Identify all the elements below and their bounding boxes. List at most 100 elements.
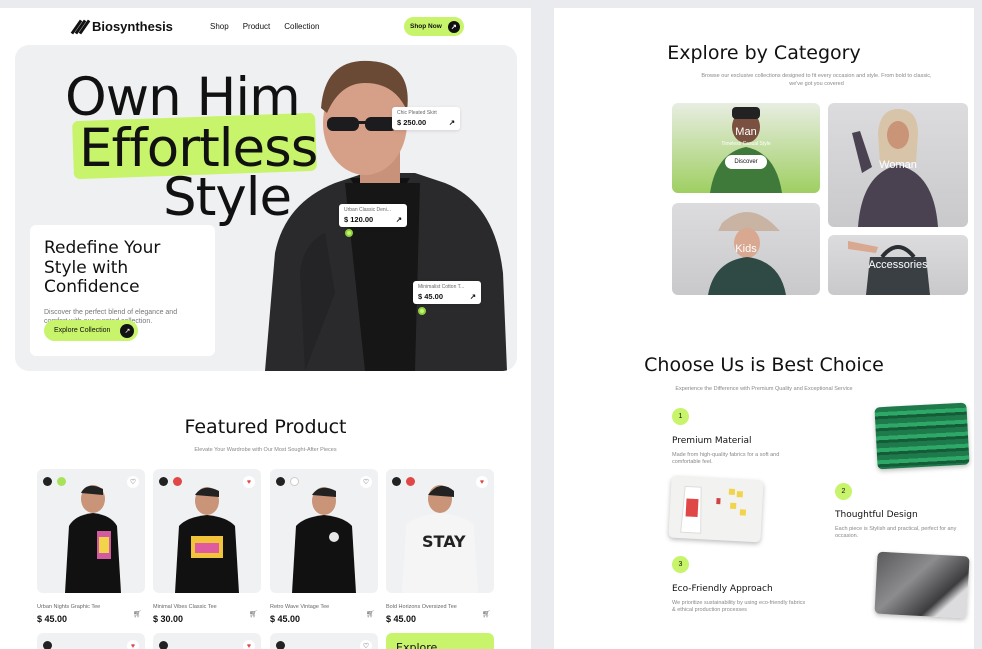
product-card[interactable]: ♡ (37, 469, 145, 593)
product-name[interactable]: Minimal Vibes Classic Tee (153, 604, 217, 610)
feature-title: Eco-Friendly Approach (672, 584, 773, 594)
product-card[interactable]: ♥ STAY (386, 469, 494, 593)
feature-number: 3 (672, 556, 689, 573)
feature-title: Thoughtful Design (835, 510, 918, 520)
nav-links: Shop Product Collection (210, 22, 319, 31)
explore-collection-button[interactable]: Explore Collection ↗ (44, 320, 139, 341)
logo-mark-icon (70, 19, 91, 34)
category-card-woman[interactable]: Woman (828, 103, 968, 227)
nav-link-collection[interactable]: Collection (284, 22, 319, 31)
category-label: Accessories (868, 259, 928, 271)
heart-icon[interactable]: ♡ (360, 476, 372, 488)
cart-icon[interactable]: 🛒︎ (366, 610, 375, 618)
cart-icon[interactable]: 🛒︎ (133, 610, 142, 618)
feature-number: 1 (672, 408, 689, 425)
product-name[interactable]: Urban Nights Graphic Tee (37, 604, 100, 610)
brand-name: Biosynthesis (92, 19, 173, 34)
color-swatch[interactable] (159, 641, 168, 649)
product-price: $ 45.00 (270, 614, 301, 624)
product-name[interactable]: Retro Wave Vintage Tee (270, 604, 329, 610)
category-card-kids[interactable]: Kids (672, 203, 820, 295)
hotspot-pin[interactable] (418, 307, 426, 315)
tag-name: Minimalist Cotton T... (418, 284, 465, 290)
product-price: $ 45.00 (386, 614, 417, 624)
product-tag-denim[interactable]: Urban Classic Deni... $ 120.00 ↗ (339, 204, 407, 227)
product-tag-tee[interactable]: Minimalist Cotton T... $ 45.00 ↗ (413, 281, 481, 304)
heart-filled-icon[interactable]: ♥ (243, 640, 255, 649)
tag-name: Chic Pleated Skirt (397, 110, 437, 116)
category-label: Woman (879, 159, 917, 171)
hotspot-pin[interactable] (345, 229, 353, 237)
discover-button[interactable]: Discover (725, 155, 767, 169)
design-photo (668, 475, 764, 543)
product-card[interactable]: ♥ (153, 469, 261, 593)
tag-price: $ 120.00 (344, 215, 374, 224)
feature-text: We prioritize sustainability by using ec… (672, 600, 806, 614)
color-swatch[interactable] (276, 641, 285, 649)
feature-text: Each piece is Stylish and practical, per… (835, 526, 957, 540)
category-title: Explore by Category (667, 42, 861, 64)
category-card-accessories[interactable]: Accessories (828, 235, 968, 295)
choose-subtitle: Experience the Difference with Premium Q… (675, 386, 853, 392)
heart-icon[interactable]: ♡ (127, 476, 139, 488)
product-image (65, 485, 121, 593)
heart-icon[interactable]: ♡ (360, 640, 372, 649)
product-image (292, 487, 356, 593)
hero-info-card: Redefine Your Style with Confidence Disc… (30, 225, 215, 356)
landing-page-right: Explore by Category Browse our exclusive… (554, 8, 974, 649)
brand-logo[interactable]: Biosynthesis (70, 19, 173, 34)
category-label: Man (735, 126, 757, 138)
arrow-up-right-icon: ↗ (469, 292, 476, 301)
product-card[interactable]: ♡ (270, 633, 378, 649)
design-image (680, 485, 747, 534)
color-swatch[interactable] (159, 477, 168, 486)
product-card[interactable]: ♡ (270, 469, 378, 593)
category-card-man[interactable]: Man Timeless Casual Style Discover (672, 103, 820, 193)
heart-filled-icon[interactable]: ♥ (243, 476, 255, 488)
landing-page-left: Biosynthesis Shop Product Collection Sho… (0, 8, 531, 649)
cart-icon[interactable]: 🛒︎ (482, 610, 491, 618)
feature-title: Premium Material (672, 436, 752, 446)
hero-card-title: Redefine Your Style with Confidence (44, 238, 161, 298)
arrow-up-right-icon: ↗ (395, 215, 402, 224)
product-tag-skirt[interactable]: Chic Pleated Skirt $ 250.00 ↗ (392, 107, 460, 130)
category-subtitle: Browse our exclusive collections designe… (701, 73, 932, 87)
shop-now-label: Shop Now (410, 23, 442, 30)
tag-name: Urban Classic Deni... (344, 207, 391, 213)
category-tagline: Timeless Casual Style (721, 141, 771, 147)
nav-link-shop[interactable]: Shop (210, 22, 229, 31)
featured-title: Featured Product (184, 416, 347, 438)
hero-section: Own Him Effortless Style Chic Pleated Sk… (15, 45, 517, 371)
tag-price: $ 250.00 (397, 118, 427, 127)
explore-collection-label: Explore Collection (54, 327, 111, 334)
fabric-photo (874, 402, 970, 470)
arrow-up-right-icon: ↗ (120, 323, 135, 338)
category-label: Kids (735, 243, 757, 255)
top-nav: Biosynthesis Shop Product Collection Sho… (0, 8, 531, 44)
cart-icon[interactable]: 🛒︎ (249, 610, 258, 618)
nav-link-product[interactable]: Product (243, 22, 271, 31)
heart-filled-icon[interactable]: ♥ (127, 640, 139, 649)
shop-now-button[interactable]: Shop Now ↗ (404, 17, 464, 36)
featured-subtitle: Elevate Your Wardrobe with Our Most Soug… (194, 447, 337, 453)
arrow-up-right-icon: ↗ (448, 118, 455, 127)
tag-price: $ 45.00 (418, 292, 444, 301)
svg-text:STAY: STAY (422, 532, 466, 551)
product-card[interactable]: ♥ (37, 633, 145, 649)
product-price: $ 45.00 (37, 614, 68, 624)
feature-text: Made from high-quality fabrics for a sof… (672, 452, 780, 466)
product-image: STAY (402, 485, 478, 593)
product-name[interactable]: Bold Horizons Oversized Tee (386, 604, 457, 610)
feature-number: 2 (835, 483, 852, 500)
eco-fabric-photo (874, 551, 970, 619)
product-card[interactable]: ♥ (153, 633, 261, 649)
product-price: $ 30.00 (153, 614, 184, 624)
color-swatch[interactable] (276, 477, 285, 486)
color-swatch[interactable] (43, 641, 52, 649)
arrow-up-right-icon: ↗ (447, 20, 460, 33)
explore-timeless-banner[interactable]: Explore Timeless (386, 633, 494, 649)
product-image (175, 487, 239, 593)
choose-title: Choose Us is Best Choice (644, 354, 884, 376)
category-image (710, 107, 782, 193)
color-swatch[interactable] (43, 477, 52, 486)
